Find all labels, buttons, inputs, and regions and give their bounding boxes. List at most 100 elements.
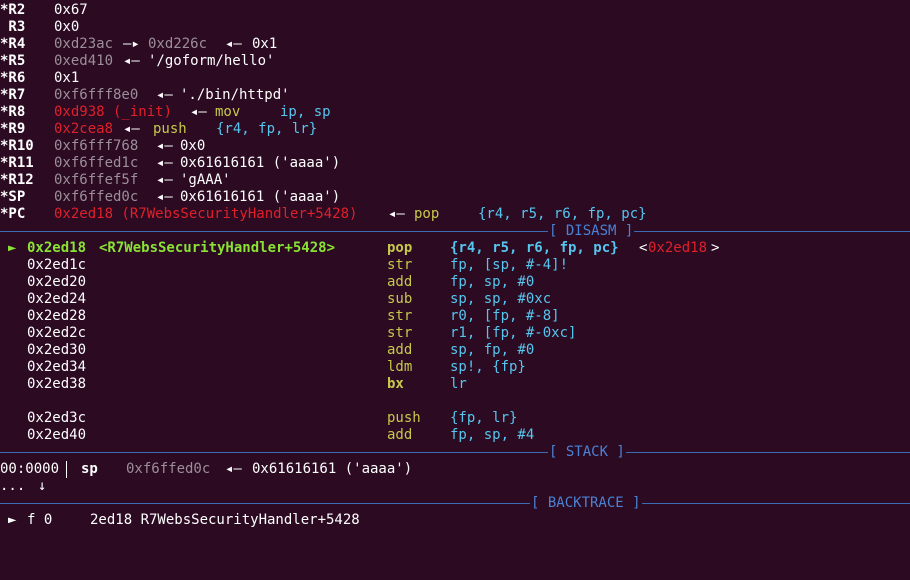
arrow-icon: ◂— — [156, 172, 173, 188]
disasm-address: 0x2ed3c — [27, 410, 87, 426]
disasm-mnemonic: add — [387, 342, 413, 358]
disasm-operands: {fp, lr} — [450, 410, 518, 426]
disasm-address: 0x2ed34 — [27, 359, 87, 375]
disasm-operands: fp, sp, #4 — [450, 427, 535, 443]
divider — [0, 231, 910, 232]
register-name: *PC — [0, 206, 26, 222]
arrow-icon: ◂— — [225, 36, 242, 52]
register-name: *R2 — [0, 2, 26, 18]
register-value: 0xf6ffef5f — [54, 172, 139, 188]
register-name: *R10 — [0, 138, 34, 154]
register-deref: 0xd226c — [148, 36, 208, 52]
stack-entry: 00:0000 sp 0xf6ffed0c ◂— 0x61616161 ('aa… — [0, 461, 412, 478]
register-deref: 'gAAA' — [180, 172, 231, 188]
register-name: *R5 — [0, 53, 26, 69]
register-row: *R9 0x2cea8 ◂— push {r4, fp, lr} — [0, 121, 317, 138]
ellipsis: ... — [0, 478, 26, 494]
disasm-address: 0x2ed1c — [27, 257, 87, 273]
disasm-line: 0x2ed1c str fp, [sp, #-4]! — [0, 257, 568, 274]
disasm-address: 0x2ed30 — [27, 342, 87, 358]
disasm-operands: r0, [fp, #-8] — [450, 308, 560, 324]
register-deref: 0x61616161 ('aaaa') — [180, 189, 341, 205]
register-row: *R10 0xf6fff768 ◂— 0x0 — [0, 138, 205, 155]
arrow-icon: ◂— — [156, 155, 173, 171]
register-deref: '/goform/hello' — [148, 53, 275, 69]
backtrace-frame: ► f 0 2ed18 R7WebsSecurityHandler+5428 — [0, 512, 360, 529]
register-deref: {r4, r5, r6, fp, pc} — [478, 206, 647, 222]
arrow-icon: —▸ — [123, 36, 140, 52]
disasm-line: 0x2ed2c str r1, [fp, #-0xc] — [0, 325, 576, 342]
disasm-line-current: ► 0x2ed18 <R7WebsSecurityHandler+5428> p… — [0, 240, 719, 257]
register-row: *R2 0x67 — [0, 2, 88, 19]
register-deref: './bin/httpd' — [180, 87, 290, 103]
disasm-line: 0x2ed28 str r0, [fp, #-8] — [0, 308, 560, 325]
register-row: *PC 0x2ed18 (R7WebsSecurityHandler+5428)… — [0, 206, 647, 223]
stack-offset: 00:0000 — [0, 461, 60, 477]
arrow-icon: ◂— — [190, 104, 207, 120]
disasm-mnemonic: pop — [387, 240, 413, 256]
disasm-operands: lr — [450, 376, 467, 392]
disasm-line: 0x2ed20 add fp, sp, #0 — [0, 274, 534, 291]
register-row: *R12 0xf6ffef5f ◂— 'gAAA' — [0, 172, 231, 189]
register-row: R3 0x0 — [0, 19, 79, 36]
column-divider — [66, 461, 67, 478]
register-deref: pop — [414, 206, 440, 222]
register-name: *R11 — [0, 155, 34, 171]
disasm-symbol: <R7WebsSecurityHandler+5428> — [99, 240, 336, 256]
disasm-address: 0x2ed40 — [27, 427, 87, 443]
disasm-target-bracket: < — [639, 240, 648, 256]
disasm-mnemonic: str — [387, 308, 413, 324]
arrow-icon: ◂— — [225, 461, 242, 477]
register-value: 0x67 — [54, 2, 88, 18]
section-title: [ BACKTRACE ] — [530, 495, 642, 512]
register-value: 0xd938 (_init) — [54, 104, 173, 120]
register-deref: push — [153, 121, 187, 137]
register-value: 0x2ed18 (R7WebsSecurityHandler+5428) — [54, 206, 358, 222]
disasm-mnemonic: add — [387, 274, 413, 290]
register-row: *R11 0xf6ffed1c ◂— 0x61616161 ('aaaa') — [0, 155, 340, 172]
disasm-line: 0x2ed34 ldm sp!, {fp} — [0, 359, 526, 376]
disasm-line: 0x2ed24 sub sp, sp, #0xc — [0, 291, 551, 308]
register-name: R3 — [0, 19, 26, 35]
disasm-operands: sp!, {fp} — [450, 359, 526, 375]
register-row: *R6 0x1 — [0, 70, 79, 87]
arrow-icon: ◂— — [388, 206, 405, 222]
down-arrow-icon: ↓ — [38, 478, 47, 494]
register-row: *R4 0xd23ac —▸ 0xd226c ◂— 0x1 — [0, 36, 277, 53]
current-instruction-arrow-icon: ► — [8, 240, 17, 256]
disasm-mnemonic: add — [387, 427, 413, 443]
register-name: *SP — [0, 189, 26, 205]
register-deref: 0x1 — [252, 36, 278, 52]
register-deref: 0x61616161 ('aaaa') — [180, 155, 341, 171]
register-row: *R5 0xed410 ◂— '/goform/hello' — [0, 53, 274, 70]
stack-address: 0xf6ffed0c — [126, 461, 211, 477]
frame-number: f 0 — [27, 512, 53, 528]
register-name: *R8 — [0, 104, 26, 120]
register-row: *R7 0xf6fff8e0 ◂— './bin/httpd' — [0, 87, 290, 104]
register-value: 0xf6fff8e0 — [54, 87, 139, 103]
register-value: 0xf6ffed0c — [54, 189, 139, 205]
arrow-icon: ◂— — [156, 87, 173, 103]
register-name: *R6 — [0, 70, 26, 86]
terminal[interactable]: *R2 0x67 R3 0x0 *R4 0xd23ac —▸ 0xd226c ◂… — [0, 0, 910, 540]
current-frame-arrow-icon: ► — [8, 512, 17, 528]
register-value: 0x2cea8 — [54, 121, 114, 137]
disasm-line: 0x2ed40 add fp, sp, #4 — [0, 427, 534, 444]
register-deref: 0x0 — [180, 138, 206, 154]
disasm-operands: fp, [sp, #-4]! — [450, 257, 569, 273]
disasm-address: 0x2ed2c — [27, 325, 87, 341]
disasm-address: 0x2ed18 — [27, 240, 87, 256]
disasm-line: 0x2ed38 bx lr — [0, 376, 467, 393]
backtrace-section-header: [ BACKTRACE ] — [0, 495, 910, 512]
disasm-section-header: [ DISASM ] — [0, 223, 910, 240]
disasm-operands: sp, fp, #0 — [450, 342, 535, 358]
stack-register: sp — [81, 461, 98, 477]
divider — [0, 503, 910, 504]
disasm-mnemonic: str — [387, 325, 413, 341]
disasm-line: 0x2ed3c push {fp, lr} — [0, 410, 517, 427]
disasm-mnemonic: sub — [387, 291, 413, 307]
register-name: *R12 — [0, 172, 34, 188]
disasm-operands: {r4, r5, r6, fp, pc} — [450, 240, 619, 256]
disasm-mnemonic: ldm — [387, 359, 413, 375]
arrow-icon: ◂— — [156, 138, 173, 154]
